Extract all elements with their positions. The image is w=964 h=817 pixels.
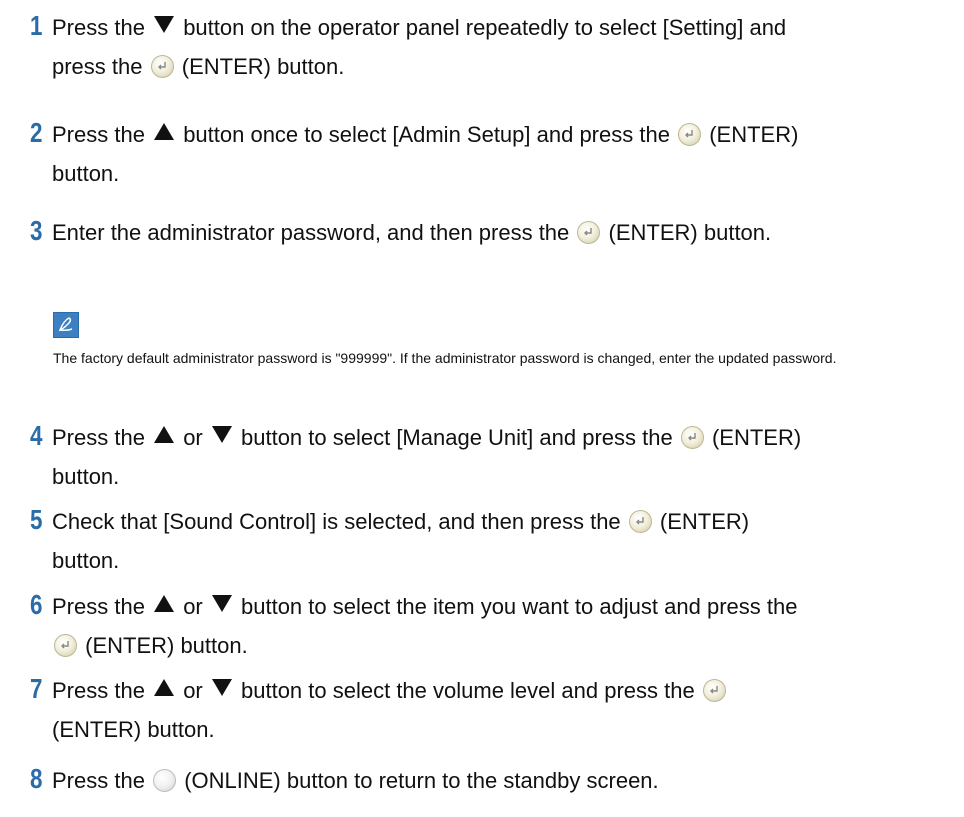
up-triangle-icon	[154, 426, 175, 443]
enter-button-icon	[577, 221, 601, 244]
down-triangle-icon	[211, 595, 232, 612]
step-number: 2	[30, 117, 43, 148]
step-text: Press the button on the operator panel r…	[52, 15, 787, 79]
step-number: 1	[30, 10, 43, 41]
step-text: Check that [Sound Control] is selected, …	[52, 509, 750, 573]
memo-pen-icon	[53, 312, 79, 338]
enter-button-icon	[678, 123, 702, 146]
enter-button-icon	[680, 426, 704, 449]
step-number: 5	[30, 504, 43, 535]
up-triangle-icon	[154, 123, 175, 140]
step-number: 4	[30, 420, 43, 451]
step-number: 3	[30, 215, 43, 246]
step-number: 6	[30, 589, 43, 620]
enter-button-icon	[702, 679, 726, 702]
enter-button-icon	[150, 55, 174, 78]
step-text: Press the or button to select [Manage Un…	[52, 425, 802, 489]
step-text: Press the or button to select the item y…	[52, 594, 798, 658]
step-text: Press the (ONLINE) button to return to t…	[52, 768, 659, 793]
step-number: 7	[30, 673, 43, 704]
down-triangle-icon	[211, 426, 232, 443]
step-number: 8	[30, 763, 43, 794]
step-text: Press the button once to select [Admin S…	[52, 122, 799, 186]
step-text: Press the or button to select the volume…	[52, 671, 952, 749]
step-text: Enter the administrator password, and th…	[52, 220, 772, 245]
down-triangle-icon	[154, 16, 175, 33]
down-triangle-icon	[211, 679, 232, 696]
online-button-icon	[153, 769, 177, 792]
note-text: The factory default administrator passwo…	[53, 350, 837, 366]
up-triangle-icon	[154, 679, 175, 696]
up-triangle-icon	[154, 595, 175, 612]
enter-button-icon	[54, 634, 77, 657]
enter-button-icon	[628, 510, 652, 533]
